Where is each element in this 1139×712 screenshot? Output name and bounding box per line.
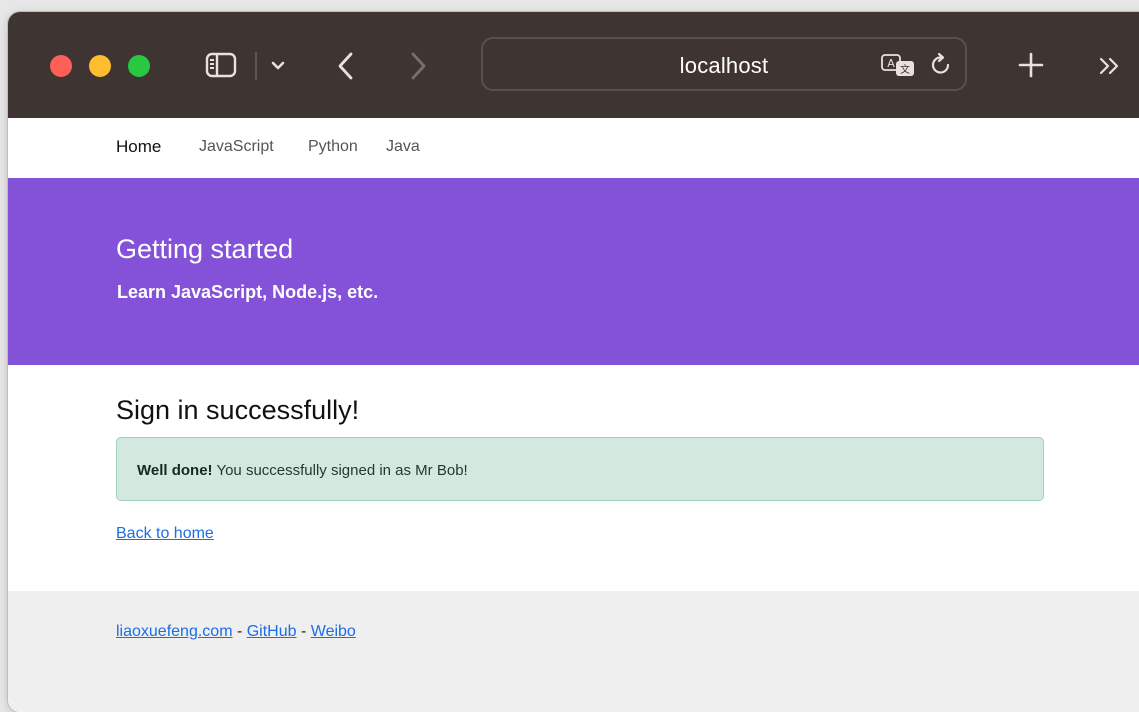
browser-toolbar: localhost A 文 <box>8 12 1139 118</box>
svg-text:文: 文 <box>900 63 910 76</box>
chevron-left-icon[interactable] <box>333 49 359 83</box>
sidebar-toggle-icon[interactable] <box>205 52 237 78</box>
hero-banner: Getting started Learn JavaScript, Node.j… <box>8 178 1139 365</box>
web-page: Home JavaScript Python Java Getting star… <box>8 118 1139 712</box>
main-content: Sign in successfully! Well done! You suc… <box>8 365 1139 591</box>
hero-title: Getting started <box>116 234 294 264</box>
nav-item-javascript[interactable]: JavaScript <box>199 138 274 156</box>
nav-item-home[interactable]: Home <box>116 137 161 157</box>
translate-icon[interactable]: A 文 <box>881 53 917 77</box>
footer-links: liaoxuefeng.com - GitHub - Weibo <box>116 623 356 641</box>
page-heading: Sign in successfully! <box>116 395 360 425</box>
close-button[interactable] <box>50 55 72 77</box>
hero-subtitle: Learn JavaScript, Node.js, etc. <box>117 282 379 302</box>
nav-item-java[interactable]: Java <box>386 138 420 156</box>
chevron-right-icon[interactable] <box>405 49 431 83</box>
plus-icon[interactable] <box>1016 50 1046 80</box>
browser-window: localhost A 文 Home JavaScript Python Jav… <box>8 12 1139 712</box>
top-nav: Home JavaScript Python Java <box>8 118 1139 178</box>
footer-link-site[interactable]: liaoxuefeng.com <box>116 623 233 640</box>
footer-separator: - <box>296 623 311 640</box>
footer-separator: - <box>232 623 247 640</box>
success-alert: Well done! You successfully signed in as… <box>116 437 1044 501</box>
chevron-down-icon[interactable] <box>267 53 289 79</box>
zoom-button[interactable] <box>128 55 150 77</box>
back-to-home-link[interactable]: Back to home <box>116 525 214 543</box>
alert-strong: Well done! <box>137 462 213 479</box>
alert-message: You successfully signed in as Mr Bob! <box>212 462 468 479</box>
alert-text: Well done! You successfully signed in as… <box>137 462 468 479</box>
reload-icon[interactable] <box>929 52 953 78</box>
footer-link-weibo[interactable]: Weibo <box>311 623 356 640</box>
footer-link-github[interactable]: GitHub <box>247 623 297 640</box>
double-chevron-right-icon[interactable] <box>1096 53 1124 79</box>
minimize-button[interactable] <box>89 55 111 77</box>
footer: liaoxuefeng.com - GitHub - Weibo <box>8 591 1139 712</box>
address-bar[interactable]: localhost A 文 <box>481 37 967 91</box>
toolbar-divider <box>255 52 257 80</box>
nav-item-python[interactable]: Python <box>308 138 358 156</box>
svg-text:A: A <box>887 57 895 70</box>
